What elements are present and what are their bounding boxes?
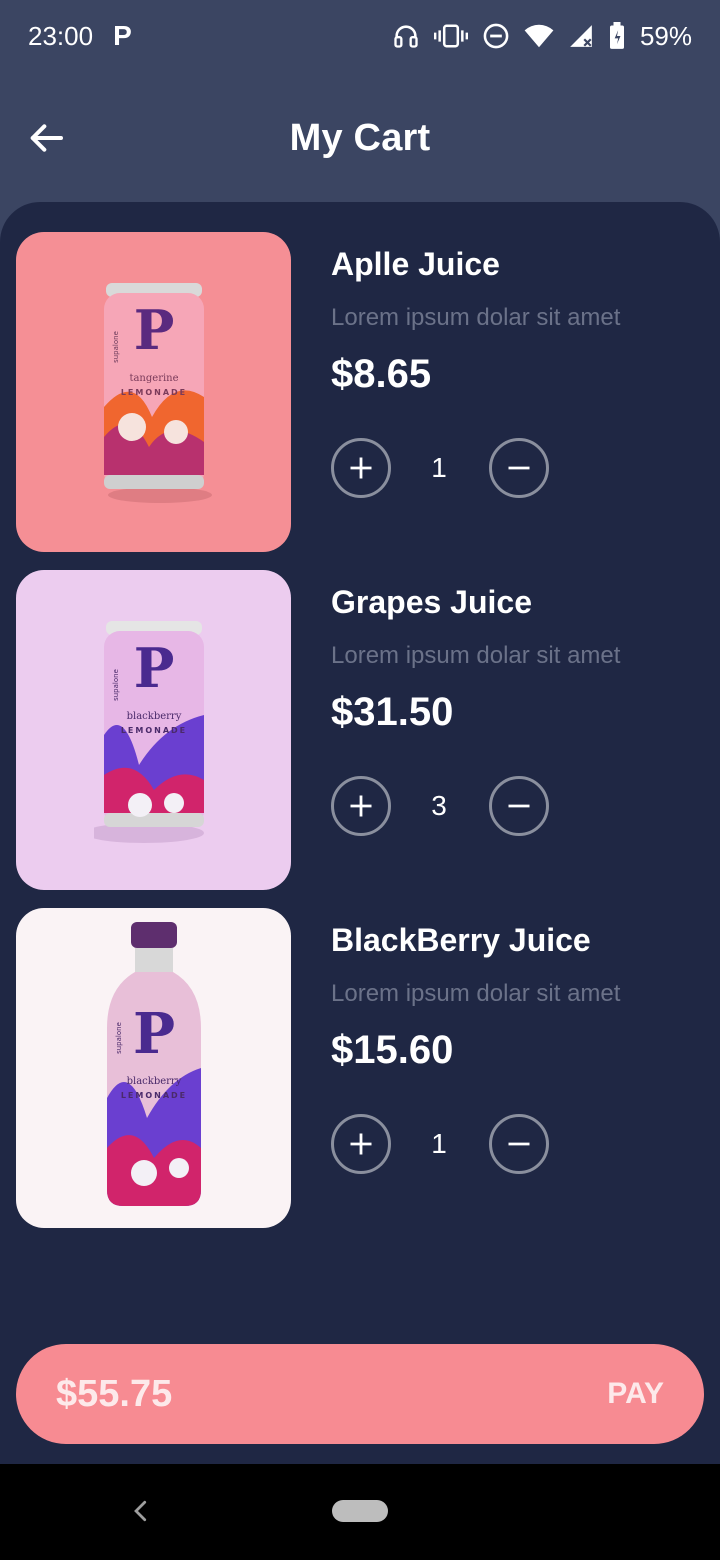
cart-list: P tangerine LEMONADE supalone Aplle Juic…	[0, 202, 720, 1464]
dnd-icon	[482, 22, 510, 50]
minus-icon	[508, 1142, 530, 1146]
quantity-stepper: 1	[331, 438, 571, 500]
bottle-brand: supalone	[115, 1022, 123, 1054]
system-home-pill[interactable]	[332, 1500, 388, 1522]
item-description: Lorem ipsum dolar sit amet	[331, 642, 621, 669]
system-back-button[interactable]	[126, 1496, 156, 1526]
app-notification-icon: P	[113, 20, 132, 51]
quantity-stepper: 1	[331, 1114, 571, 1176]
pay-label: PAY	[607, 1377, 664, 1410]
product-image: P blackberry LEMONADE supalone	[16, 908, 291, 1228]
item-name: BlackBerry Juice	[331, 922, 591, 958]
product-image: P blackberry LEMONADE supalone	[16, 570, 291, 890]
item-description: Lorem ipsum dolar sit amet	[331, 980, 621, 1007]
headphones-icon	[392, 22, 420, 50]
can-logo: P	[133, 298, 174, 362]
item-price: $15.60	[331, 1028, 454, 1072]
bottle-logo: P	[132, 1001, 174, 1067]
bottle-kind: LEMONADE	[120, 1091, 186, 1100]
increase-quantity-button[interactable]	[331, 1114, 391, 1174]
quantity-stepper: 3	[331, 776, 571, 838]
product-image: P tangerine LEMONADE supalone	[16, 232, 291, 552]
cart-item: P tangerine LEMONADE supalone Aplle Juic…	[16, 232, 706, 552]
item-name: Aplle Juice	[331, 246, 500, 282]
item-price: $31.50	[331, 690, 454, 734]
minus-icon	[508, 804, 530, 808]
plus-icon	[350, 795, 372, 817]
chevron-left-icon	[134, 1500, 147, 1522]
can-kind: LEMONADE	[120, 726, 186, 735]
increase-quantity-button[interactable]	[331, 776, 391, 836]
pay-button[interactable]: $55.75 PAY	[16, 1344, 704, 1444]
plus-icon	[350, 457, 372, 479]
cart-item: P blackberry LEMONADE supalone BlackBerr…	[16, 908, 706, 1228]
can-kind: LEMONADE	[120, 388, 186, 397]
decrease-quantity-button[interactable]	[489, 1114, 549, 1174]
battery-percent: 59%	[639, 20, 692, 51]
cart-total: $55.75	[56, 1372, 173, 1415]
can-logo: P	[133, 636, 174, 700]
increase-quantity-button[interactable]	[331, 438, 391, 498]
minus-icon	[508, 466, 530, 470]
cart-item: P blackberry LEMONADE supalone Grapes Ju…	[16, 570, 706, 890]
battery-icon	[608, 22, 626, 50]
signal-icon	[568, 23, 594, 49]
wifi-icon	[524, 23, 554, 49]
quantity-value: 1	[431, 1128, 447, 1159]
back-button[interactable]	[22, 114, 70, 162]
can-brand: supalone	[112, 331, 120, 363]
page-title: My Cart	[289, 116, 431, 159]
status-bar: 23:00 P 59%	[0, 0, 720, 72]
bottle-flavor: blackberry	[126, 1076, 181, 1087]
arrow-left-icon	[30, 124, 63, 152]
quantity-value: 3	[431, 790, 447, 821]
can-flavor: blackberry	[126, 711, 181, 722]
status-time: 23:00	[28, 20, 94, 51]
can-brand: supalone	[112, 669, 120, 701]
decrease-quantity-button[interactable]	[489, 438, 549, 498]
plus-icon	[350, 1133, 372, 1155]
item-description: Lorem ipsum dolar sit amet	[331, 304, 621, 331]
quantity-value: 1	[431, 452, 447, 483]
vibrate-icon	[433, 22, 468, 50]
item-price: $8.65	[331, 352, 432, 396]
decrease-quantity-button[interactable]	[489, 776, 549, 836]
item-name: Grapes Juice	[331, 584, 532, 620]
can-flavor: tangerine	[129, 373, 178, 384]
app-bar: My Cart	[0, 100, 720, 176]
